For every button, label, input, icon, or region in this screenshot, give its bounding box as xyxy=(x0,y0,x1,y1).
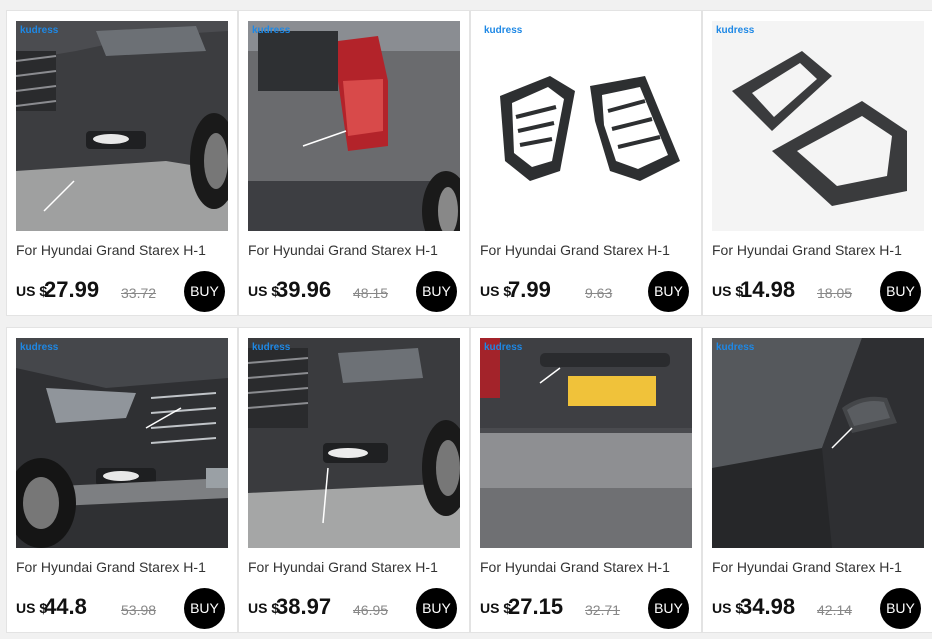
product-title[interactable]: For Hyundai Grand Starex H-1 xyxy=(712,242,926,262)
currency-label: US $ xyxy=(480,283,512,299)
product-card[interactable]: kudress For Hyundai Grand Starex H-1 US … xyxy=(470,327,702,633)
product-image[interactable]: kudress xyxy=(16,21,228,231)
currency-label: US $ xyxy=(248,283,280,299)
product-card[interactable]: kudress For Hyundai Grand Starex H-1 US … xyxy=(6,10,238,316)
product-title[interactable]: For Hyundai Grand Starex H-1 xyxy=(712,559,926,579)
original-price: 53.98 xyxy=(121,602,157,618)
product-title[interactable]: For Hyundai Grand Starex H-1 xyxy=(16,559,230,579)
buy-button[interactable]: BUY xyxy=(416,271,457,312)
product-image[interactable]: kudress xyxy=(248,21,460,231)
product-card[interactable]: kudress For Hyundai Grand Starex H-1 US … xyxy=(470,10,702,316)
product-image[interactable]: kudress xyxy=(16,338,228,548)
product-image[interactable]: kudress xyxy=(248,338,460,548)
buy-button[interactable]: BUY xyxy=(880,588,921,629)
currency-label: US $ xyxy=(712,600,744,616)
buy-button[interactable]: BUY xyxy=(880,271,921,312)
brand-logo: kudress xyxy=(252,342,291,353)
original-price: 18.05 xyxy=(817,285,853,301)
product-image[interactable]: kudress xyxy=(712,338,924,548)
buy-button[interactable]: BUY xyxy=(184,588,225,629)
product-grid: kudress For Hyundai Grand Starex H-1 US … xyxy=(0,0,932,639)
product-price: 38.97 xyxy=(276,594,332,619)
buy-button[interactable]: BUY xyxy=(648,271,689,312)
product-image[interactable]: kudress xyxy=(480,21,692,231)
product-price: 34.98 xyxy=(740,594,796,619)
product-title[interactable]: For Hyundai Grand Starex H-1 xyxy=(480,242,694,262)
product-image[interactable]: kudress xyxy=(480,338,692,548)
product-title[interactable]: For Hyundai Grand Starex H-1 xyxy=(248,559,462,579)
product-card[interactable]: kudress For Hyundai Grand Starex H-1 US … xyxy=(238,327,470,633)
original-price: 48.15 xyxy=(353,285,389,301)
brand-logo: kudress xyxy=(20,25,59,36)
product-title[interactable]: For Hyundai Grand Starex H-1 xyxy=(480,559,694,579)
buy-button[interactable]: BUY xyxy=(184,271,225,312)
product-price: 39.96 xyxy=(276,277,332,302)
product-title[interactable]: For Hyundai Grand Starex H-1 xyxy=(248,242,462,262)
original-price: 46.95 xyxy=(353,602,389,618)
product-price: 27.99 xyxy=(44,277,100,302)
product-card[interactable]: kudress For Hyundai Grand Starex H-1 US … xyxy=(702,10,932,316)
product-card[interactable]: kudress For Hyundai Grand Starex H-1 US … xyxy=(702,327,932,633)
brand-logo: kudress xyxy=(252,25,291,36)
original-price: 42.14 xyxy=(817,602,853,618)
brand-logo: kudress xyxy=(20,342,59,353)
original-price: 33.72 xyxy=(121,285,157,301)
original-price: 32.71 xyxy=(585,602,621,618)
original-price: 9.63 xyxy=(585,285,613,301)
currency-label: US $ xyxy=(248,600,280,616)
currency-label: US $ xyxy=(16,600,48,616)
brand-logo: kudress xyxy=(484,25,523,36)
product-price: 44.8 xyxy=(44,594,87,619)
product-price: 14.98 xyxy=(740,277,796,302)
currency-label: US $ xyxy=(480,600,512,616)
product-price: 27.15 xyxy=(508,594,564,619)
brand-logo: kudress xyxy=(716,25,755,36)
product-card[interactable]: kudress For Hyundai Grand Starex H-1 US … xyxy=(6,327,238,633)
buy-button[interactable]: BUY xyxy=(648,588,689,629)
brand-logo: kudress xyxy=(484,342,523,353)
product-price: 7.99 xyxy=(508,277,551,302)
brand-logo: kudress xyxy=(716,342,755,353)
product-title[interactable]: For Hyundai Grand Starex H-1 xyxy=(16,242,230,262)
currency-label: US $ xyxy=(16,283,48,299)
currency-label: US $ xyxy=(712,283,744,299)
buy-button[interactable]: BUY xyxy=(416,588,457,629)
product-image[interactable]: kudress xyxy=(712,21,924,231)
product-card[interactable]: kudress For Hyundai Grand Starex H-1 US … xyxy=(238,10,470,316)
